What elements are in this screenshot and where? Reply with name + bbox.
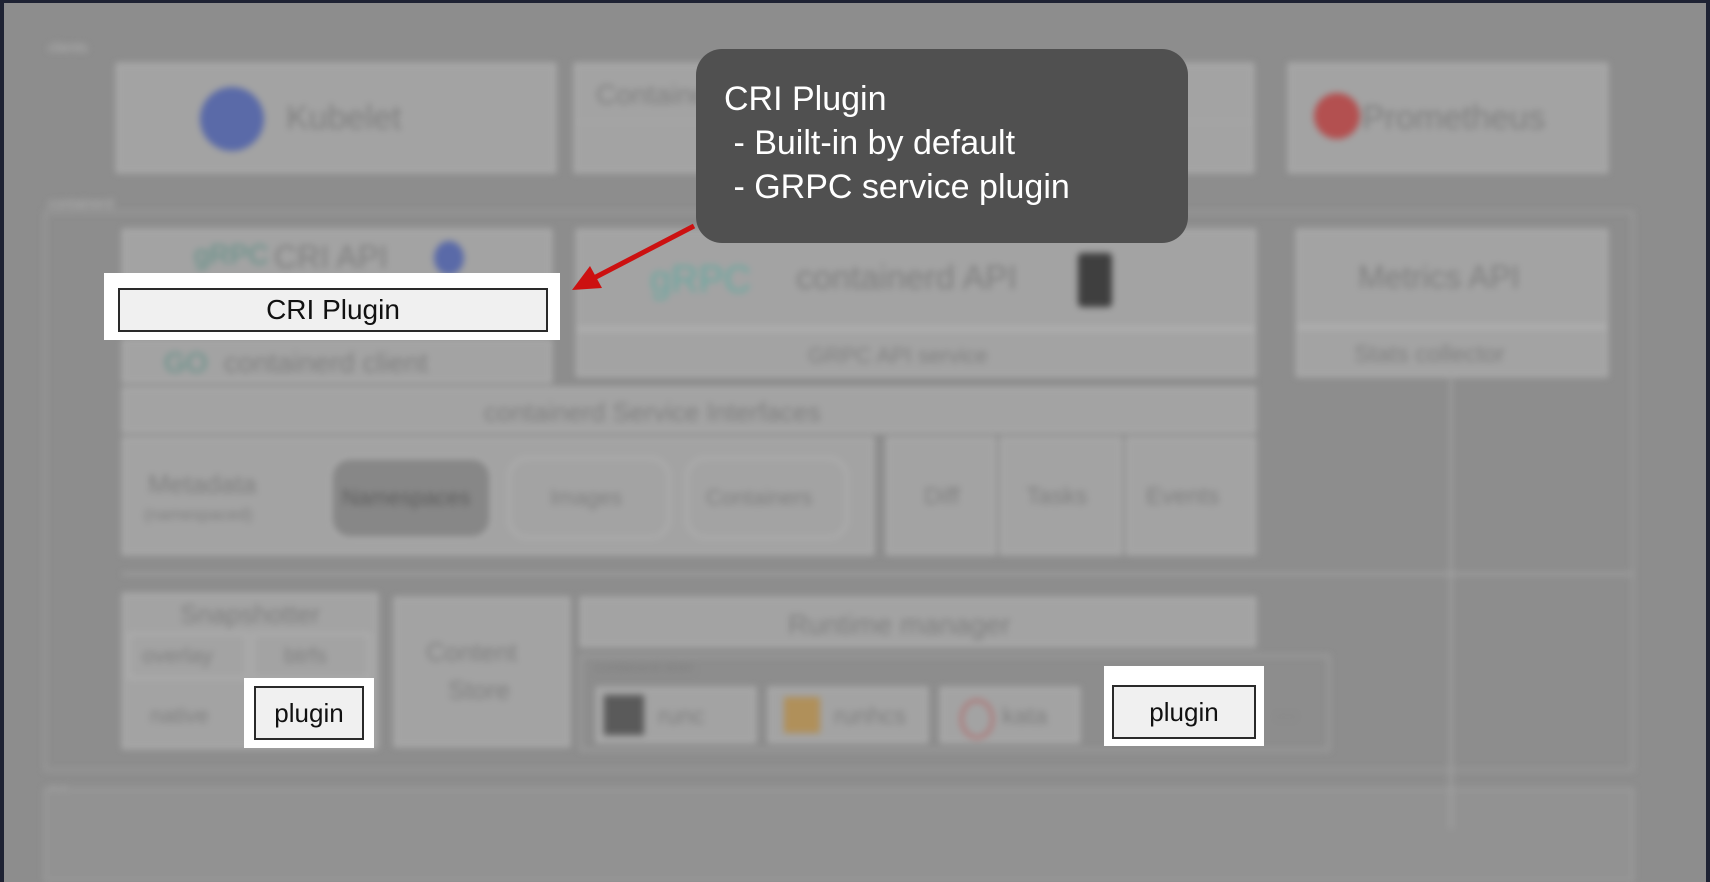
grpc-logo-small: gRPC	[194, 239, 269, 270]
images-db: Images	[508, 457, 670, 539]
kubelet-box: Kubelet	[116, 63, 556, 173]
windows-icon	[784, 697, 820, 733]
runtime-plugin-box: plugin	[1112, 685, 1256, 739]
native-label: native	[150, 703, 209, 728]
section-label-clients: clients	[48, 39, 88, 55]
containerd-client-label: containerd client	[224, 347, 428, 378]
runtime-plugin-label: plugin	[1149, 696, 1219, 727]
runhcs-label: runhcs	[834, 703, 907, 730]
snapshot-plugin-highlight: plugin	[244, 678, 374, 748]
metrics-api-label: Metrics API	[1358, 259, 1520, 295]
stats-collector-label: Stats collector	[1354, 341, 1505, 368]
cri-plugin-box: CRI Plugin	[118, 288, 548, 332]
cri-plugin-label: CRI Plugin	[266, 294, 400, 325]
metadata-sub-label: (namespaced)	[144, 505, 253, 524]
content-store-box: Content Store	[394, 597, 570, 747]
metadata-box: Metadata (namespaced) Namespaces Images …	[122, 437, 874, 555]
cri-plugin-callout: CRI Plugin - Built-in by default - GRPC …	[696, 49, 1188, 243]
overlay-label: overlay	[142, 643, 213, 668]
runc-label: runc	[658, 703, 705, 730]
snapshot-plugin-label: plugin	[274, 697, 344, 728]
kata-label: kata	[1002, 703, 1048, 730]
runc-box: runc	[596, 687, 756, 743]
grpc-api-service-box: GRPC API service	[576, 329, 1256, 377]
kata-box: kata	[940, 687, 1080, 743]
metadata-label: Metadata	[148, 469, 257, 499]
cri-plugin-highlight: CRI Plugin	[104, 273, 560, 340]
containerd-client-box: GO containerd client	[122, 339, 552, 383]
grpc-api-service-label: GRPC API service	[808, 343, 988, 368]
containerd-api-label: containerd API	[796, 259, 1018, 297]
kubernetes-icon	[200, 87, 264, 151]
btrfs-box: btrfs	[252, 633, 370, 679]
tasks-box: Tasks	[1000, 437, 1122, 555]
images-label: Images	[550, 485, 623, 510]
metrics-api-box: Metrics API	[1296, 229, 1608, 327]
cri-api-label: CRI API	[274, 239, 388, 275]
go-logo: GO	[164, 347, 208, 378]
snapshotter-label: Snapshotter	[180, 599, 321, 629]
containers-label: Containers	[706, 485, 813, 510]
prometheus-label: Prometheus	[1362, 99, 1546, 137]
snapshot-plugin-box: plugin	[254, 686, 364, 740]
runc-icon	[604, 695, 644, 735]
events-box: Events	[1126, 437, 1256, 555]
content-store-label-2: Store	[448, 675, 511, 705]
btrfs-label: btrfs	[284, 643, 327, 668]
grpc-logo: gRPC	[650, 259, 752, 301]
kata-icon	[960, 699, 994, 739]
tasks-label: Tasks	[1026, 483, 1088, 510]
runtime-plugin-highlight: plugin	[1104, 666, 1264, 746]
section-label-containerd: containerd	[48, 195, 114, 211]
content-store-label-1: Content	[426, 637, 518, 667]
prometheus-box: Prometheus	[1288, 63, 1608, 173]
containerd-shim-label: containerd-shim	[594, 659, 694, 675]
stats-collector-box: Stats collector	[1296, 327, 1608, 377]
runtime-manager-label: Runtime manager	[788, 609, 1011, 640]
diff-label: Diff	[924, 483, 960, 510]
os-frame	[44, 788, 1634, 882]
kubernetes-icon-small	[434, 241, 464, 275]
service-interfaces-label: containerd Service Interfaces	[484, 397, 821, 427]
kubelet-label: Kubelet	[286, 99, 402, 137]
service-interfaces-box: containerd Service Interfaces	[122, 387, 1256, 433]
containers-db: Containers	[686, 457, 848, 539]
diff-box: Diff	[886, 437, 996, 555]
containerd-icon	[1078, 253, 1112, 307]
runhcs-box: runhcs	[768, 687, 928, 743]
namespaces-label: Namespaces	[342, 485, 471, 510]
prometheus-icon	[1314, 93, 1360, 139]
runtime-manager-box: Runtime manager	[580, 597, 1256, 647]
events-label: Events	[1146, 483, 1220, 510]
containerd-api-box: gRPC containerd API	[576, 229, 1256, 329]
more-runtimes-label: ...	[1276, 697, 1297, 724]
overlay-box: overlay	[128, 633, 248, 679]
namespaces-db: Namespaces	[330, 457, 492, 539]
